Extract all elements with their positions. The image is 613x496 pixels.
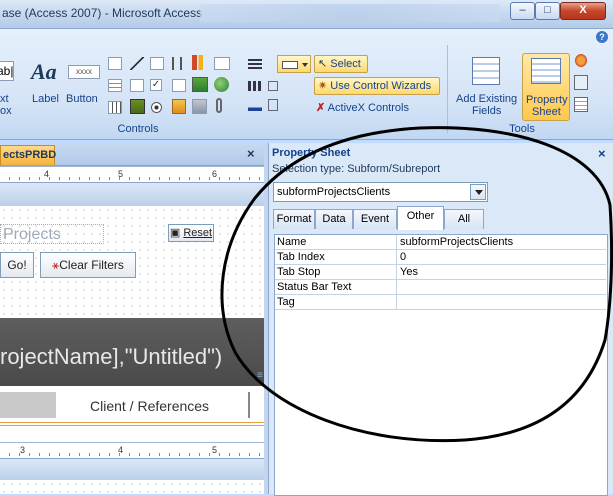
annotation-circle bbox=[220, 126, 613, 443]
annotation-ellipse bbox=[220, 126, 613, 443]
